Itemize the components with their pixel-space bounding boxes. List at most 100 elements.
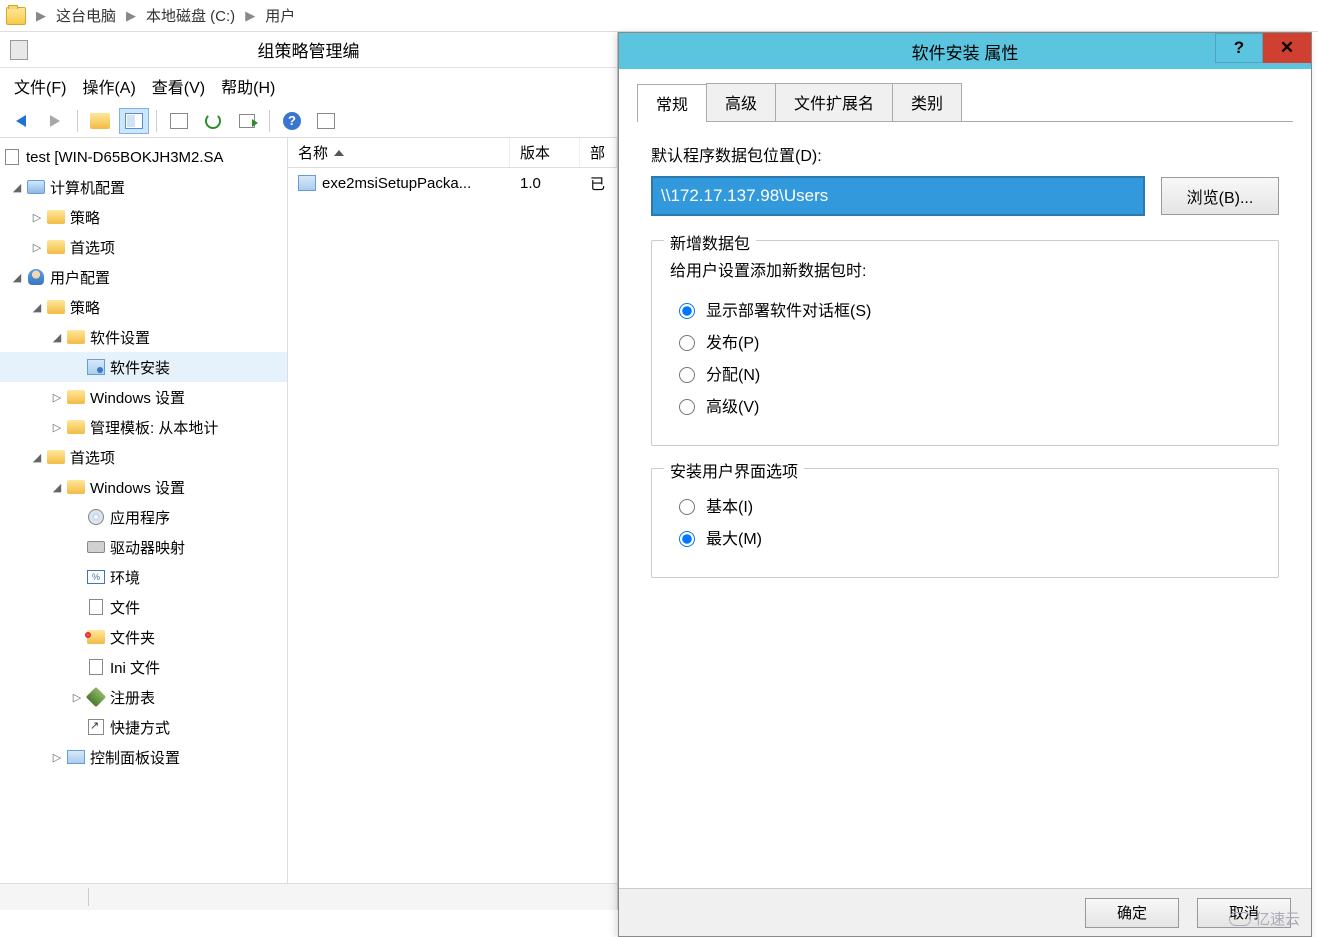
dialog-help-button[interactable]: ? bbox=[1215, 33, 1263, 63]
radio-basic[interactable]: 基本(I) bbox=[674, 493, 1260, 517]
tab-strip: 常规 高级 文件扩展名 类别 bbox=[637, 83, 1293, 122]
collapse-icon[interactable]: ◢ bbox=[50, 331, 64, 344]
up-button[interactable] bbox=[85, 108, 115, 134]
export-button[interactable] bbox=[232, 108, 262, 134]
dialog-close-button[interactable]: ✕ bbox=[1263, 33, 1311, 63]
tree-policy[interactable]: ▷策略 bbox=[0, 202, 287, 232]
delete-button[interactable] bbox=[164, 108, 194, 134]
drive-icon bbox=[87, 541, 105, 553]
group-title: 安装用户界面选项 bbox=[664, 458, 804, 482]
tree-windows-settings[interactable]: ◢Windows 设置 bbox=[0, 472, 287, 502]
expand-icon[interactable]: ▷ bbox=[30, 241, 44, 254]
menubar: 文件(F) 操作(A) 查看(V) 帮助(H) bbox=[0, 68, 617, 104]
radio-show-dialog[interactable]: 显示部署软件对话框(S) bbox=[674, 297, 1260, 321]
tree-files[interactable]: 文件 bbox=[0, 592, 287, 622]
tree-registry[interactable]: ▷注册表 bbox=[0, 682, 287, 712]
dialog-title-bar[interactable]: 软件安装 属性 ? ✕ bbox=[619, 33, 1311, 69]
tree-software-install[interactable]: 软件安装 bbox=[0, 352, 287, 382]
show-tree-button[interactable] bbox=[119, 108, 149, 134]
toolbar-divider bbox=[77, 110, 78, 132]
breadcrumb-item[interactable]: 用户 bbox=[265, 5, 295, 26]
folder-icon bbox=[67, 330, 85, 344]
window-title-bar: 组策略管理编 bbox=[0, 32, 617, 68]
tab-category[interactable]: 类别 bbox=[892, 83, 962, 121]
expand-icon[interactable]: ▷ bbox=[50, 421, 64, 434]
back-button[interactable] bbox=[6, 108, 36, 134]
forward-button[interactable] bbox=[40, 108, 70, 134]
breadcrumb-item[interactable]: 本地磁盘 (C:) bbox=[146, 5, 235, 26]
menu-help[interactable]: 帮助(H) bbox=[217, 72, 279, 100]
expand-icon[interactable]: ▷ bbox=[30, 211, 44, 224]
registry-icon bbox=[86, 687, 106, 707]
window-icon bbox=[170, 113, 188, 129]
menu-file[interactable]: 文件(F) bbox=[10, 72, 70, 100]
tree-preferences[interactable]: ▷首选项 bbox=[0, 232, 287, 262]
tree-root[interactable]: test [WIN-D65BOKJH3M2.SA bbox=[0, 142, 287, 172]
collapse-icon[interactable]: ◢ bbox=[30, 451, 44, 464]
tree-folders[interactable]: 文件夹 bbox=[0, 622, 287, 652]
list-cell-deploy: 已 bbox=[580, 173, 615, 194]
tree-preferences[interactable]: ◢首选项 bbox=[0, 442, 287, 472]
breadcrumb-sep-icon: ▶ bbox=[32, 8, 50, 24]
collapse-icon[interactable]: ◢ bbox=[10, 181, 24, 194]
browse-button[interactable]: 浏览(B)... bbox=[1161, 177, 1279, 215]
tree-shortcuts[interactable]: 快捷方式 bbox=[0, 712, 287, 742]
menu-action[interactable]: 操作(A) bbox=[78, 72, 139, 100]
radio-assign[interactable]: 分配(N) bbox=[674, 361, 1260, 385]
tab-general[interactable]: 常规 bbox=[637, 84, 707, 122]
folder-icon bbox=[47, 450, 65, 464]
tree-apps[interactable]: 应用程序 bbox=[0, 502, 287, 532]
user-icon bbox=[28, 269, 44, 285]
toolbar-divider bbox=[269, 110, 270, 132]
tree-software-settings[interactable]: ◢软件设置 bbox=[0, 322, 287, 352]
tree-pane: test [WIN-D65BOKJH3M2.SA ◢计算机配置 ▷策略 ▷首选项… bbox=[0, 138, 288, 910]
radio-max[interactable]: 最大(M) bbox=[674, 525, 1260, 549]
col-version[interactable]: 版本 bbox=[510, 138, 580, 167]
refresh-button[interactable] bbox=[198, 108, 228, 134]
tree-drive-maps[interactable]: 驱动器映射 bbox=[0, 532, 287, 562]
tree-policy[interactable]: ◢策略 bbox=[0, 292, 287, 322]
cloud-icon bbox=[1229, 912, 1251, 926]
tree-user-config[interactable]: ◢用户配置 bbox=[0, 262, 287, 292]
tab-file-ext[interactable]: 文件扩展名 bbox=[775, 83, 893, 121]
collapse-icon[interactable]: ◢ bbox=[30, 301, 44, 314]
cd-icon bbox=[88, 509, 104, 525]
tree-computer-config[interactable]: ◢计算机配置 bbox=[0, 172, 287, 202]
toolbar-divider bbox=[156, 110, 157, 132]
collapse-icon[interactable]: ◢ bbox=[10, 271, 24, 284]
help-button[interactable]: ? bbox=[277, 108, 307, 134]
group-title: 新增数据包 bbox=[664, 230, 756, 254]
folder-icon bbox=[47, 240, 65, 254]
expand-icon[interactable]: ▷ bbox=[50, 391, 64, 404]
col-name[interactable]: 名称 bbox=[288, 138, 510, 167]
folder-icon bbox=[6, 7, 26, 25]
radio-publish[interactable]: 发布(P) bbox=[674, 329, 1260, 353]
breadcrumb-item[interactable]: 这台电脑 bbox=[56, 5, 116, 26]
gpedit-window: 组策略管理编 文件(F) 操作(A) 查看(V) 帮助(H) ? tes bbox=[0, 32, 618, 910]
radio-advanced[interactable]: 高级(V) bbox=[674, 393, 1260, 417]
tree-windows-settings[interactable]: ▷Windows 设置 bbox=[0, 382, 287, 412]
dialog-title: 软件安装 属性 bbox=[912, 39, 1019, 64]
ok-button[interactable]: 确定 bbox=[1085, 898, 1179, 928]
properties-dialog: 软件安装 属性 ? ✕ 常规 高级 文件扩展名 类别 默认程序数据包位置(D):… bbox=[618, 32, 1312, 937]
col-deploy[interactable]: 部 bbox=[580, 138, 617, 167]
properties-button[interactable] bbox=[311, 108, 341, 134]
tree-control-panel[interactable]: ▷控制面板设置 bbox=[0, 742, 287, 772]
sort-asc-icon bbox=[334, 150, 344, 156]
collapse-icon[interactable]: ◢ bbox=[50, 481, 64, 494]
tree-ini[interactable]: Ini 文件 bbox=[0, 652, 287, 682]
list-pane: 名称 版本 部 exe2msiSetupPacka... 1.0 已 bbox=[288, 138, 617, 910]
default-package-label: 默认程序数据包位置(D): bbox=[651, 142, 1279, 166]
file-icon bbox=[89, 599, 103, 615]
tree-admin-templates[interactable]: ▷管理模板: 从本地计 bbox=[0, 412, 287, 442]
list-cell-version: 1.0 bbox=[510, 175, 580, 192]
list-row[interactable]: exe2msiSetupPacka... 1.0 已 bbox=[288, 168, 617, 198]
tree-env[interactable]: %环境 bbox=[0, 562, 287, 592]
breadcrumb-sep-icon: ▶ bbox=[122, 8, 140, 24]
policy-icon bbox=[5, 149, 19, 165]
menu-view[interactable]: 查看(V) bbox=[148, 72, 209, 100]
expand-icon[interactable]: ▷ bbox=[50, 751, 64, 764]
expand-icon[interactable]: ▷ bbox=[70, 691, 84, 704]
tab-advanced[interactable]: 高级 bbox=[706, 83, 776, 121]
package-path-input[interactable] bbox=[651, 176, 1145, 216]
